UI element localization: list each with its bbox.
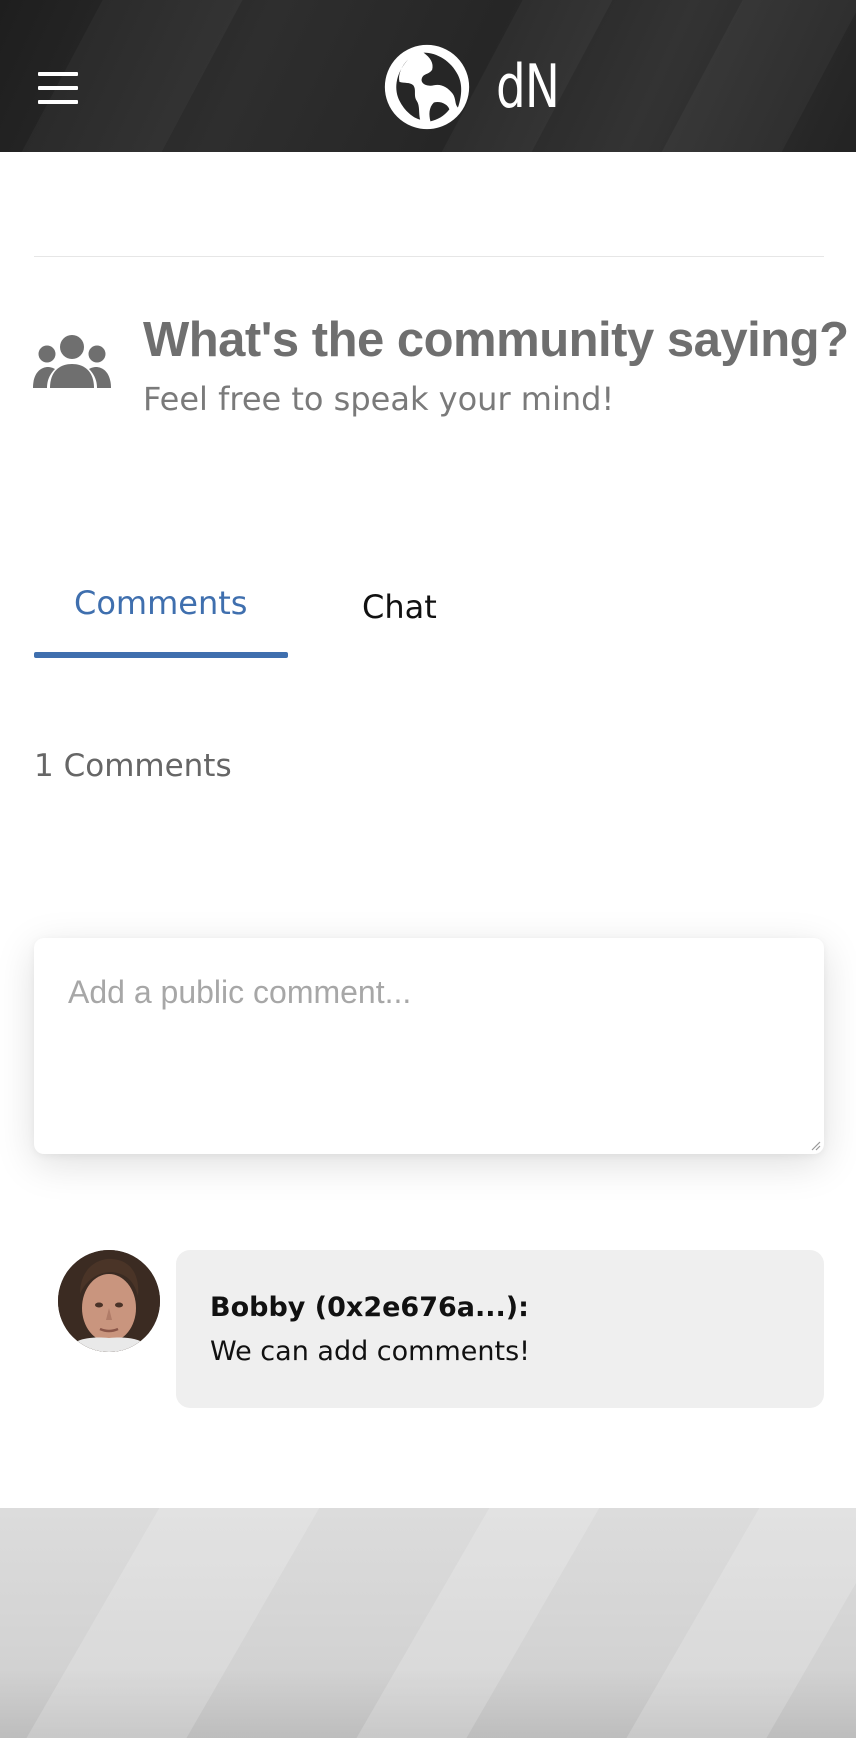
menu-bar xyxy=(38,72,78,76)
menu-bar xyxy=(38,100,78,104)
footer-decoration xyxy=(327,1508,623,1738)
page-footer xyxy=(0,1508,856,1738)
header-decoration xyxy=(636,0,856,152)
app-logo[interactable]: dN xyxy=(384,44,577,130)
resize-handle-icon[interactable] xyxy=(809,1139,821,1151)
tab-chat[interactable]: Chat xyxy=(362,588,437,626)
comment-box xyxy=(34,938,824,1154)
section-title: What's the community saying? xyxy=(143,313,849,367)
comments-tabs: Comments Chat xyxy=(34,560,824,660)
logo-text: dN xyxy=(496,52,560,122)
comment-author: Bobby (0x2e676a...): xyxy=(210,1292,529,1323)
hamburger-menu-icon[interactable] xyxy=(38,72,80,104)
footer-decoration xyxy=(0,1508,343,1738)
comment-count: 1 Comments xyxy=(34,748,232,784)
footer-decoration xyxy=(597,1508,856,1738)
tab-comments[interactable]: Comments xyxy=(74,584,247,622)
menu-bar xyxy=(38,86,78,90)
globe-icon xyxy=(384,44,470,130)
comment-bubble: Bobby (0x2e676a...): We can add comments… xyxy=(176,1250,824,1408)
page: dN What's the community saying? Feel fre… xyxy=(0,0,856,1738)
section-divider xyxy=(34,256,824,257)
app-header: dN xyxy=(0,0,856,152)
comment-input[interactable] xyxy=(34,938,824,1154)
comment-text: We can add comments! xyxy=(210,1336,530,1367)
users-group-icon xyxy=(33,335,111,388)
active-tab-indicator xyxy=(34,652,288,658)
avatar-photo xyxy=(58,1250,160,1352)
section-subtitle: Feel free to speak your mind! xyxy=(143,380,615,418)
avatar[interactable] xyxy=(58,1250,160,1352)
